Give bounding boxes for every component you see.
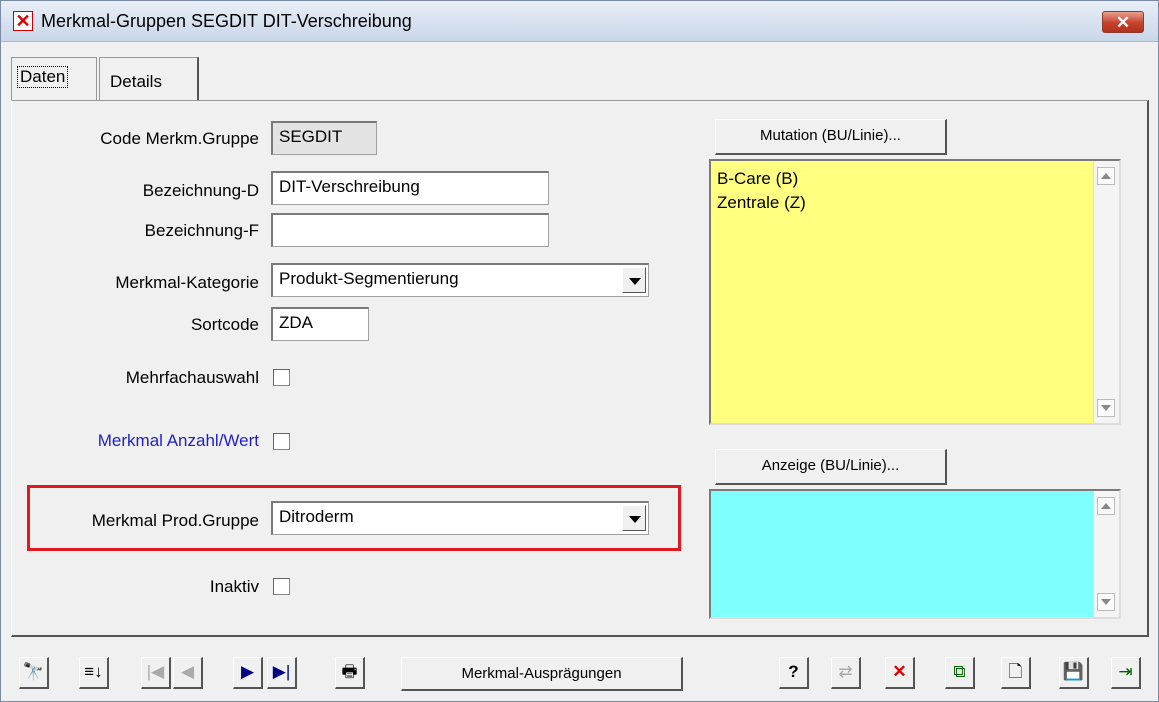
tab-details-label: Details <box>110 72 162 91</box>
prodgruppe-value: Ditroderm <box>279 507 354 526</box>
mehrfach-checkbox[interactable] <box>273 369 290 386</box>
next-record-icon[interactable]: ▶ <box>233 657 263 689</box>
kategorie-label: Merkmal-Kategorie <box>115 273 259 292</box>
anzeige-button[interactable]: Anzeige (BU/Linie)... <box>715 449 947 485</box>
mutation-scrollbar[interactable] <box>1093 161 1119 423</box>
anzahl-label: Merkmal Anzahl/Wert <box>97 431 259 450</box>
title-bar: ✕ Merkmal-Gruppen SEGDIT DIT-Verschreibu… <box>1 1 1158 42</box>
window-title: Merkmal-Gruppen SEGDIT DIT-Verschreibung <box>41 11 412 31</box>
print-icon[interactable]: 🖶 <box>335 657 365 689</box>
merkmal-auspraegungen-button[interactable]: Merkmal-Ausprägungen <box>401 657 683 691</box>
scroll-down-icon[interactable] <box>1097 593 1115 611</box>
code-label: Code Merkm.Gruppe <box>100 129 259 148</box>
inaktiv-label: Inaktiv <box>209 577 259 596</box>
inaktiv-checkbox[interactable] <box>273 578 290 595</box>
scroll-up-icon[interactable] <box>1097 497 1115 515</box>
tab-daten[interactable]: Daten <box>11 57 97 101</box>
exit-icon[interactable]: ⇥ <box>1111 657 1141 689</box>
search-icon[interactable]: 🔭 <box>19 657 49 689</box>
last-record-icon[interactable]: ▶| <box>267 657 297 689</box>
anzeige-list[interactable] <box>709 489 1121 619</box>
code-field: SEGDIT <box>271 121 377 155</box>
mutation-item-zentrale[interactable]: Zentrale (Z) <box>711 191 1119 215</box>
copy-icon[interactable]: ⧉ <box>945 657 975 689</box>
sort-icon[interactable]: ≡↓ <box>79 657 109 689</box>
close-button[interactable]: ✕ <box>1102 11 1144 33</box>
mutation-item-bcare[interactable]: B-Care (B) <box>711 167 1119 191</box>
new-icon[interactable]: 🗋 <box>1001 657 1031 689</box>
mutation-list[interactable]: B-Care (B) Zentrale (Z) <box>709 159 1121 425</box>
mehrfach-label: Mehrfachauswahl <box>125 368 259 387</box>
swap-icon[interactable]: ⇄ <box>831 657 861 689</box>
kategorie-dropdown-icon[interactable] <box>622 267 646 293</box>
kategorie-value: Produkt-Segmentierung <box>279 269 459 288</box>
anzahl-checkbox[interactable] <box>273 433 290 450</box>
prodgruppe-dropdown-icon[interactable] <box>622 505 646 531</box>
save-icon[interactable]: 💾 <box>1059 657 1089 689</box>
anzeige-scrollbar[interactable] <box>1093 491 1119 617</box>
sortcode-label: Sortcode <box>190 315 259 334</box>
tab-daten-label: Daten <box>17 66 69 88</box>
bezeichnung-f-field[interactable] <box>271 213 549 247</box>
first-record-icon[interactable]: |◀ <box>141 657 171 689</box>
delete-icon[interactable]: ✕ <box>885 657 915 689</box>
prodgruppe-label: Merkmal Prod.Gruppe <box>91 511 259 530</box>
prodgruppe-select[interactable]: Ditroderm <box>271 501 649 535</box>
kategorie-select[interactable]: Produkt-Segmentierung <box>271 263 649 297</box>
bezeichnung-d-field[interactable]: DIT-Verschreibung <box>271 171 549 205</box>
mutation-button[interactable]: Mutation (BU/Linie)... <box>715 119 947 155</box>
sortcode-field[interactable]: ZDA <box>271 307 369 341</box>
help-icon[interactable]: ? <box>779 657 809 689</box>
main-window: ✕ Merkmal-Gruppen SEGDIT DIT-Verschreibu… <box>0 0 1159 702</box>
scroll-up-icon[interactable] <box>1097 167 1115 185</box>
prev-record-icon[interactable]: ◀ <box>173 657 203 689</box>
app-close-icon[interactable]: ✕ <box>13 11 33 31</box>
tab-details[interactable]: Details <box>99 57 199 101</box>
bezeichnung-d-label: Bezeichnung-D <box>142 181 259 200</box>
bezeichnung-f-label: Bezeichnung-F <box>144 221 259 240</box>
scroll-down-icon[interactable] <box>1097 399 1115 417</box>
